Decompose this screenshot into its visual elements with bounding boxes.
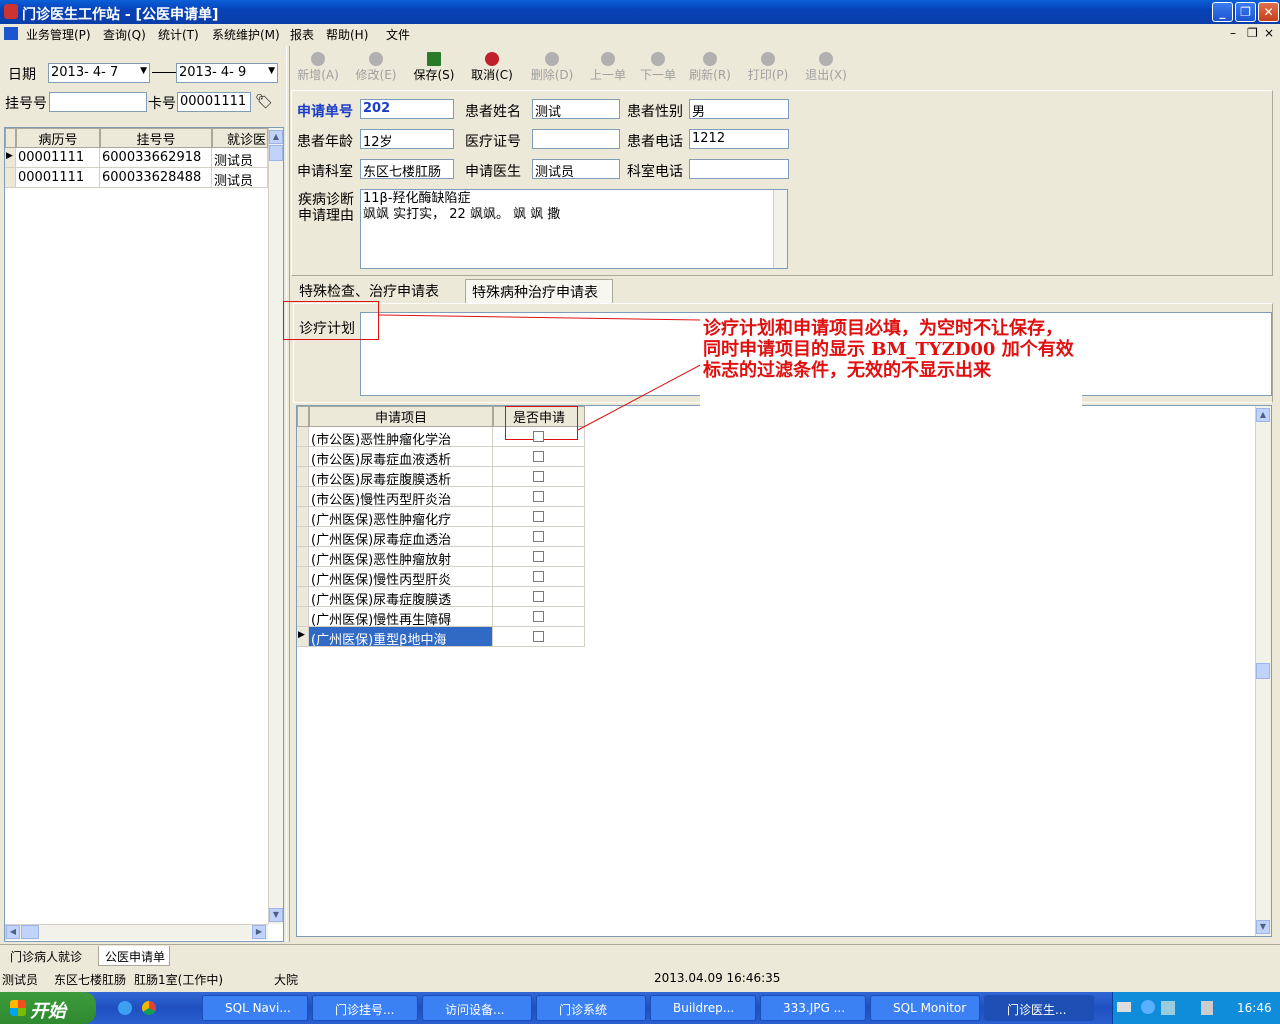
tab-public-medical-form[interactable]: 公医申请单 (98, 946, 170, 966)
tab-outpatient-visit[interactable]: 门诊病人就诊 (4, 946, 94, 966)
quicklaunch-ie-icon[interactable] (118, 1001, 132, 1015)
taskbar: 开始 SQL Navi... 门诊挂号... 访问设备... 门诊系统 Buil… (0, 992, 1280, 1024)
status-datetime: 2013.04.09 16:46:35 (654, 971, 781, 985)
annotation-note: 诊疗计划和申请项目必填，为空时不让保存，同时申请项目的显示 BM_TYZD00 … (700, 317, 1082, 407)
task-doctor-station[interactable]: 门诊医生... (984, 995, 1094, 1021)
task-registration[interactable]: 门诊挂号... (312, 995, 418, 1021)
task-buildrep[interactable]: Buildrep... (650, 995, 756, 1021)
system-tray: 16:46 (1112, 992, 1280, 1024)
keyboard-icon[interactable] (1117, 1002, 1131, 1012)
task-image-viewer[interactable]: 333.JPG ... (760, 995, 866, 1021)
tray-expand-icon[interactable] (1141, 1000, 1155, 1014)
task-outpatient-system[interactable]: 门诊系统 (536, 995, 646, 1021)
network-icon[interactable] (1161, 1001, 1175, 1015)
task-sql-monitor[interactable]: SQL Monitor (870, 995, 980, 1021)
quicklaunch-chrome-icon[interactable] (142, 1001, 156, 1015)
status-dept: 东区七楼肛肠 (54, 973, 127, 987)
status-user: 测试员 (2, 973, 39, 987)
task-sql-navigator[interactable]: SQL Navi... (202, 995, 308, 1021)
windows-logo-icon (10, 1000, 26, 1016)
annotation-arrow (378, 314, 707, 431)
status-room: 肛肠1室(工作中) (134, 973, 223, 987)
volume-icon[interactable] (1201, 1001, 1213, 1015)
status-bar: 测试员 东区七楼肛肠 肛肠1室(工作中) 大院 2013.04.09 16:46… (0, 968, 1280, 988)
bottom-tab-bar (0, 944, 1280, 966)
task-device-access[interactable]: 访问设备... (422, 995, 532, 1021)
status-campus: 大院 (274, 973, 299, 987)
clock: 16:46 (1237, 1001, 1272, 1015)
